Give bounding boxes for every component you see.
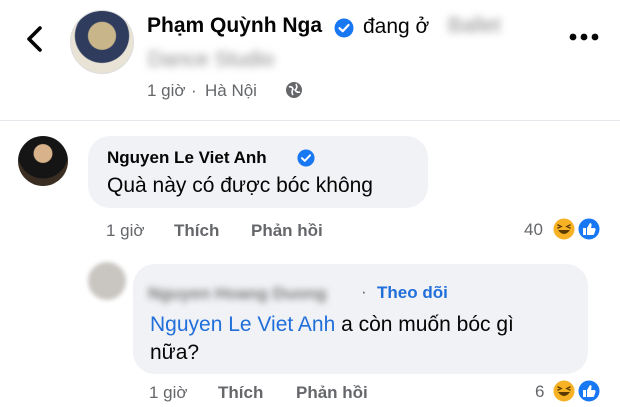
comment-text: Quà này có được bóc không <box>107 174 373 197</box>
comment-author-avatar[interactable] <box>18 136 68 186</box>
follow-button[interactable]: Theo dõi <box>377 283 448 303</box>
mention-link[interactable]: Nguyen Le Viet Anh <box>150 313 335 336</box>
comment-timestamp[interactable]: 1 giờ <box>106 221 145 241</box>
verified-badge-icon <box>297 149 315 167</box>
post-author-avatar[interactable] <box>70 10 134 74</box>
post-author-name[interactable]: Phạm Quỳnh Nga <box>147 14 322 38</box>
blurred-location-line2: Dance Studio <box>148 48 275 71</box>
reply-like-button[interactable]: Thích <box>218 383 263 403</box>
reply-text-part: a còn muốn bóc gì <box>335 313 514 336</box>
meta-separator: · <box>361 282 367 301</box>
more-options-icon[interactable] <box>568 31 600 43</box>
location-prefix: đang ở <box>363 15 430 38</box>
like-icon <box>576 216 602 242</box>
reaction-count[interactable]: 40 <box>524 220 543 240</box>
haha-icon <box>551 378 577 404</box>
comment-like-button[interactable]: Thích <box>174 221 219 241</box>
comment-author-name[interactable]: Nguyen Le Viet Anh <box>107 148 267 168</box>
post-timestamp[interactable]: 1 giờ <box>147 81 186 101</box>
reaction-icons[interactable] <box>551 378 603 404</box>
blurred-location-line1: Ballet <box>448 14 501 37</box>
like-icon <box>576 378 602 404</box>
comment-reply-button[interactable]: Phản hồi <box>251 221 323 241</box>
verified-badge-icon <box>334 18 354 38</box>
reaction-count[interactable]: 6 <box>535 382 544 402</box>
chevron-left-icon <box>27 26 42 52</box>
globe-icon <box>286 82 302 98</box>
reply-text: Nguyen Le Viet Anh a còn muốn bóc gì <box>150 313 514 337</box>
back-button[interactable] <box>18 22 52 56</box>
reply-author-avatar[interactable] <box>88 262 126 300</box>
haha-icon <box>551 216 577 242</box>
post-place[interactable]: Hà Nội <box>205 81 257 101</box>
reply-reply-button[interactable]: Phản hồi <box>296 383 368 403</box>
reply-author-name[interactable]: Nguyen Hoang Duong <box>148 284 326 304</box>
section-divider <box>0 120 620 121</box>
reply-text-line2: nữa? <box>150 341 200 364</box>
meta-separator: · <box>191 81 197 100</box>
reaction-icons[interactable] <box>551 216 603 242</box>
reply-timestamp[interactable]: 1 giờ <box>149 383 188 403</box>
